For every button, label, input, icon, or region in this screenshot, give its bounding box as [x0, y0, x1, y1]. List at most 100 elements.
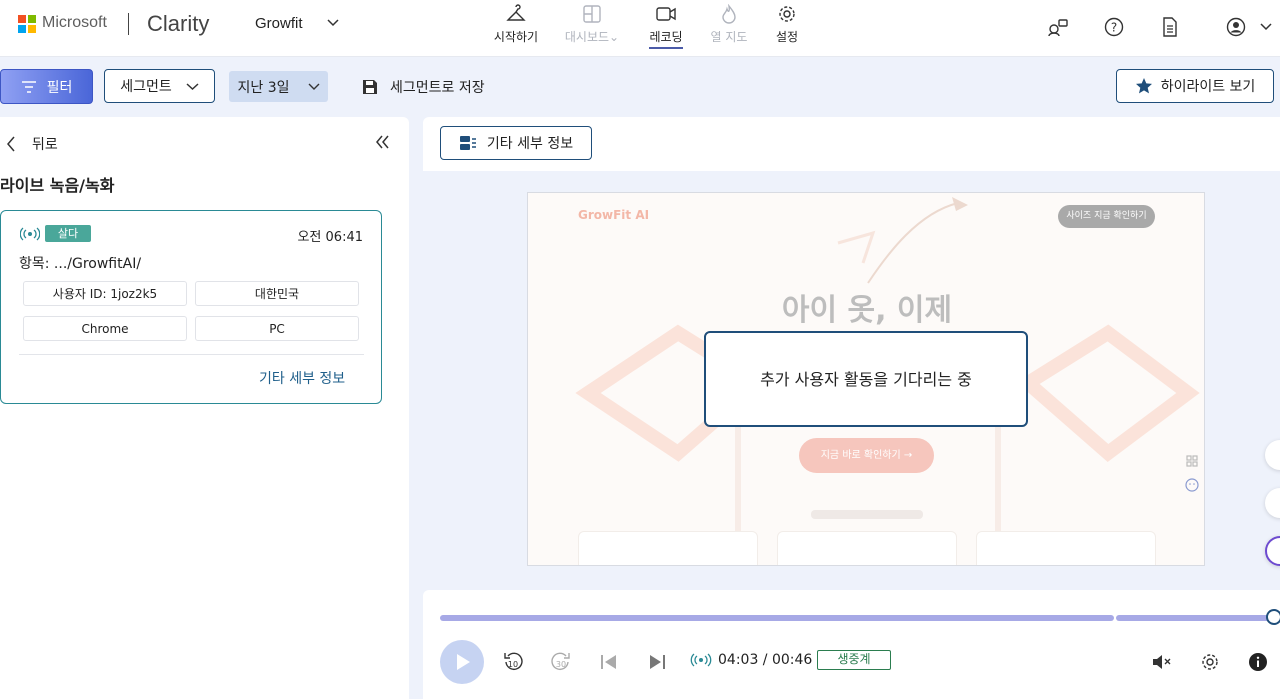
chevron-down-icon: [308, 83, 319, 90]
rewind-10-button[interactable]: 10: [501, 650, 525, 674]
nav-label: 레코딩: [649, 28, 683, 49]
site-headline: 아이 옷, 이제: [781, 293, 953, 328]
entry-page: 항목: .../GrowfitAI/: [19, 256, 142, 272]
gear-icon: [1202, 654, 1218, 670]
save-icon: [363, 80, 377, 94]
microsoft-wordmark: Microsoft: [42, 14, 107, 31]
save-as-segment-label: 세그먼트로 저장: [390, 80, 485, 96]
chevron-left-icon: [7, 136, 15, 152]
document-icon[interactable]: [1158, 15, 1182, 39]
device-chip: PC: [195, 316, 359, 341]
play-button[interactable]: [440, 640, 484, 684]
date-range-dropdown[interactable]: 지난 3일: [229, 71, 328, 102]
date-range-label: 지난 3일: [237, 79, 290, 96]
more-details-link[interactable]: 기타 세부 정보: [259, 368, 345, 388]
live-signal-icon: [690, 653, 712, 667]
side-floating-button[interactable]: [1265, 536, 1280, 566]
nav-item-getting-started[interactable]: 시작하기: [476, 3, 556, 45]
live-session-card[interactable]: 살다 오전 06:41 항목: .../GrowfitAI/ 사용자 ID: 1…: [0, 210, 382, 404]
live-button[interactable]: 생중계: [817, 650, 891, 670]
side-floating-button[interactable]: [1265, 488, 1280, 518]
feedback-icon[interactable]: [1046, 15, 1070, 39]
svg-text:30: 30: [556, 660, 566, 669]
next-session-button[interactable]: [645, 650, 669, 674]
info-button[interactable]: [1246, 650, 1270, 674]
waiting-for-activity-message: 추가 사용자 활동을 기다리는 중: [704, 331, 1028, 427]
filter-button[interactable]: 필터: [0, 69, 93, 104]
playback-time: 04:03 / 00:46: [690, 652, 812, 668]
site-placeholder-bar: [811, 510, 923, 519]
browser-chip: Chrome: [23, 316, 187, 341]
nav-item-dashboard[interactable]: 대시보드⌄: [552, 3, 632, 45]
collapse-panel-button[interactable]: [374, 134, 390, 154]
view-highlights-label: 하이라이트 보기: [1160, 79, 1256, 95]
filter-label: 필터: [46, 79, 73, 96]
double-chevron-left-icon: [376, 135, 389, 149]
live-signal-icon: [19, 226, 41, 245]
site-cta-button: 지금 바로 확인하기 →: [799, 438, 934, 473]
segment-dropdown[interactable]: 세그먼트: [104, 69, 215, 103]
panel-title: 라이브 녹음/녹화: [0, 176, 115, 195]
user-id-chip: 사용자 ID: 1joz2k5: [23, 281, 187, 306]
speaker-muted-icon: [1153, 655, 1171, 669]
brand-divider: [128, 13, 129, 35]
card-divider: [19, 354, 364, 355]
chevron-down-icon: [1260, 23, 1272, 31]
timeline-track[interactable]: [1116, 615, 1274, 621]
site-card: [777, 531, 957, 565]
skip-previous-icon: [601, 655, 616, 669]
play-icon: [457, 654, 470, 670]
site-top-button: 사이즈 지금 확인하기: [1058, 205, 1155, 228]
save-as-segment-button[interactable]: 세그먼트로 저장: [362, 77, 485, 97]
nav-label: 설정: [775, 30, 799, 44]
gear-icon: [747, 3, 827, 25]
info-icon: [1249, 653, 1267, 671]
site-logo: GrowFit AI: [578, 208, 650, 222]
mute-button[interactable]: [1150, 650, 1174, 674]
nav-label: 시작하기: [493, 30, 539, 44]
microsoft-logo-icon: [18, 15, 36, 33]
star-icon: [1135, 78, 1152, 94]
svg-text:10: 10: [508, 660, 518, 669]
country-chip: 대한민국: [195, 281, 359, 306]
site-card: [578, 531, 758, 565]
timeline-handle[interactable]: [1266, 609, 1280, 625]
side-floating-button[interactable]: [1265, 440, 1280, 470]
player-settings-button[interactable]: [1198, 650, 1222, 674]
back-label: 뒤로: [32, 137, 58, 153]
nav-item-settings[interactable]: 설정: [747, 3, 827, 45]
playback-controls: 10 30 04:03 / 00:46 생중계: [423, 590, 1280, 699]
dashboard-icon: [552, 3, 632, 25]
skip-next-icon: [650, 655, 665, 669]
smiley-icon: [1185, 477, 1199, 492]
more-details-button[interactable]: 기타 세부 정보: [440, 126, 592, 160]
segment-label: 세그먼트: [120, 79, 172, 95]
fast-forward-icon: 30: [551, 652, 570, 671]
top-navigation: Microsoft Clarity Growfit 시작하기 대시보드⌄ 레코딩…: [0, 0, 1280, 57]
back-button[interactable]: 뒤로: [6, 134, 58, 154]
help-icon[interactable]: ?: [1102, 15, 1126, 39]
nav-label: 대시보드⌄: [564, 30, 620, 44]
forward-30-button[interactable]: 30: [549, 650, 573, 674]
player-header: 기타 세부 정보: [423, 117, 1280, 171]
more-details-label: 기타 세부 정보: [486, 136, 574, 152]
product-name[interactable]: Clarity: [147, 11, 209, 37]
chevron-down-icon[interactable]: [326, 15, 340, 34]
timeline-track[interactable]: [440, 615, 1114, 621]
project-name[interactable]: Growfit: [255, 15, 303, 32]
view-highlights-button[interactable]: 하이라이트 보기: [1116, 69, 1274, 103]
details-panel-icon: [459, 136, 476, 150]
previous-session-button[interactable]: [597, 650, 621, 674]
avatar-icon: [1226, 17, 1246, 37]
time-readout: 04:03 / 00:46: [718, 652, 813, 668]
account-menu[interactable]: [1226, 15, 1272, 39]
rewind-icon: 10: [504, 652, 523, 671]
chevron-down-icon: [186, 82, 199, 90]
session-time: 오전 06:41: [297, 230, 363, 245]
live-badge: 살다: [45, 225, 91, 242]
site-card: [976, 531, 1156, 565]
filter-icon: [21, 80, 36, 93]
recordings-list-panel: 뒤로 라이브 녹음/녹화 살다 오전 06:41 항목: .../Growfit…: [0, 117, 409, 699]
hanger-icon: [476, 3, 556, 25]
svg-text:?: ?: [1111, 21, 1117, 35]
